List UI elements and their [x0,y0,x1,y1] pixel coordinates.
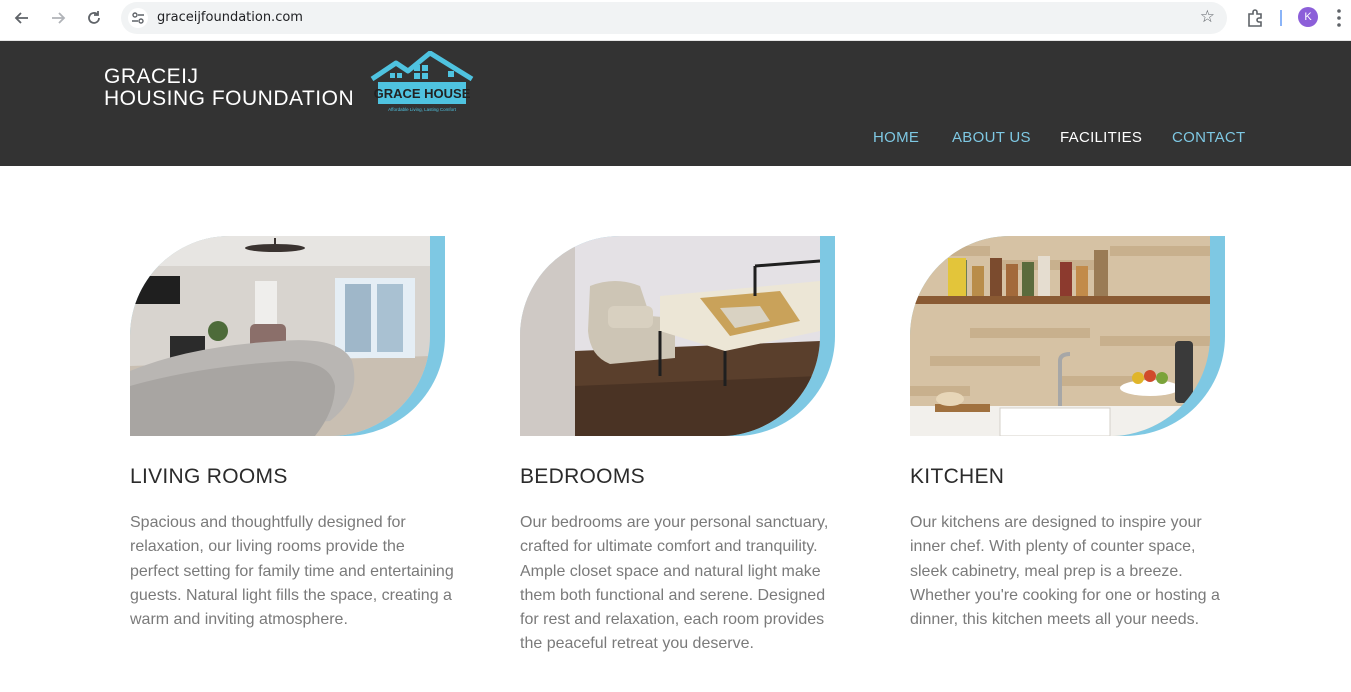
facility-card-living-rooms: LIVING ROOMS Spacious and thoughtfully d… [130,236,454,628]
facility-description: Our bedrooms are your personal sanctuary… [520,514,829,653]
profile-avatar[interactable]: K [1298,7,1318,27]
brand-name[interactable]: GRACEIJ HOUSING FOUNDATION [104,66,354,110]
logo-text: GRACE HOUSE [374,86,471,101]
nav-about-us[interactable]: ABOUT US [952,129,1031,146]
more-icon[interactable] [1336,8,1342,28]
url-text[interactable]: graceijfoundation.com [157,10,303,25]
reload-icon[interactable] [82,6,106,30]
site-info-icon[interactable] [128,8,148,28]
kitchen-photo-frame [910,236,1225,436]
nav-facilities[interactable]: FACILITIES [1060,129,1142,146]
extensions-icon[interactable] [1244,7,1266,29]
address-bar[interactable]: graceijfoundation.com ☆ [121,2,1227,34]
living-room-photo [130,236,430,436]
facility-card-bedrooms: BEDROOMS Our bedrooms are your personal … [520,236,840,652]
nav-home[interactable]: HOME [873,129,919,146]
star-icon[interactable]: ☆ [1200,7,1215,27]
nav-contact[interactable]: CONTACT [1172,129,1245,146]
brand-line-1: GRACEIJ [104,65,199,88]
facility-description: Spacious and thoughtfully designed for r… [130,514,454,629]
facility-title: LIVING ROOMS [130,465,288,488]
forward-icon[interactable] [46,6,70,30]
kitchen-photo [910,236,1210,436]
bedroom-photo-frame [520,236,835,436]
back-icon[interactable] [10,6,34,30]
logo-tagline: Affordable Living, Lasting Comfort [388,107,456,112]
facility-title: KITCHEN [910,465,1005,488]
site-header: GRACEIJ HOUSING FOUNDATION GRACE HOUSE A… [0,41,1351,166]
bedroom-photo [520,236,820,436]
main-nav: HOME ABOUT US FACILITIES CONTACT [0,129,1351,149]
facility-title: BEDROOMS [520,465,645,488]
facility-card-kitchen: KITCHEN Our kitchens are designed to ins… [910,236,1230,628]
facility-description: Our kitchens are designed to inspire you… [910,514,1220,629]
grace-house-logo[interactable]: GRACE HOUSE Affordable Living, Lasting C… [368,50,474,113]
brand-line-2: HOUSING FOUNDATION [104,87,355,110]
browser-toolbar: graceijfoundation.com ☆ K [0,0,1351,41]
toolbar-separator [1280,10,1282,26]
living-room-photo-frame [130,236,445,436]
